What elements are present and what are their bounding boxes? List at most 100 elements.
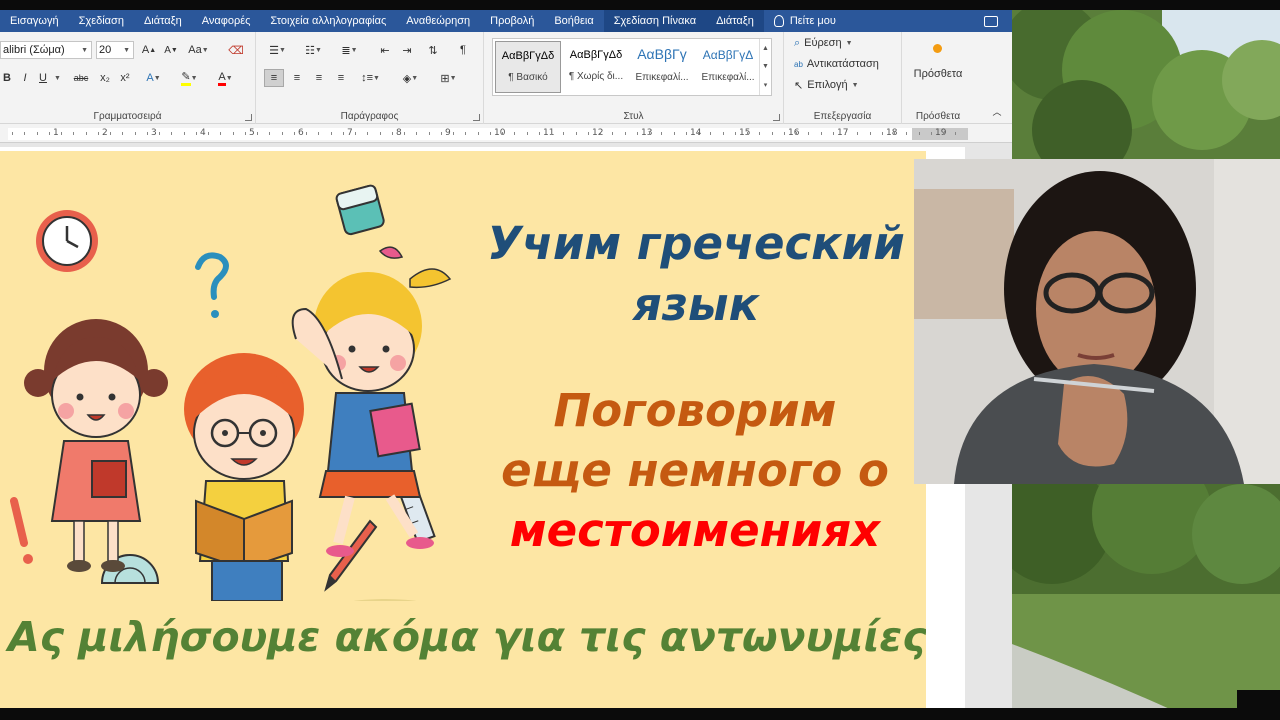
gallery-scroll[interactable]: ▲ ▼ ▾ bbox=[759, 39, 771, 95]
ruler-tick bbox=[783, 132, 785, 135]
find-button[interactable]: ⌕ Εύρεση ▼ bbox=[794, 34, 856, 52]
style-name: ¶ Βασικό bbox=[508, 72, 548, 83]
ruler-tick bbox=[465, 132, 467, 135]
paragraph-group: ☰ ▼ ☷ ▼ ≣ ▼ ⇤ ⇥ ⇅ ¶ ≡ ≡ ≡ ≡ ↕≡ ▼ ◈ ▼ ⊞ ▼ Παράγ… bbox=[256, 32, 484, 124]
ruler-tick bbox=[97, 132, 99, 135]
justify-icon[interactable]: ≡ bbox=[332, 69, 350, 87]
tell-me-box[interactable]: Πείτε μου bbox=[764, 10, 846, 32]
search-icon: ⌕ bbox=[794, 36, 801, 49]
font-size-box[interactable]: 20 ▼ bbox=[96, 41, 134, 59]
bold-button[interactable]: B bbox=[0, 69, 14, 87]
ruler-number: 12 bbox=[592, 128, 604, 138]
ribbon-tab-bar: Εισαγωγή Σχεδίαση Διάταξη Αναφορές Στοιχ… bbox=[0, 10, 1012, 32]
addins-group: Πρόσθετα Πρόσθετα bbox=[902, 32, 974, 124]
tab-view[interactable]: Προβολή bbox=[480, 10, 544, 32]
decrease-indent-icon[interactable]: ⇤ bbox=[376, 41, 394, 59]
style-no-spacing[interactable]: ΑαΒβΓγΔδ ¶ Χωρίς δι... bbox=[563, 41, 629, 93]
italic-button[interactable]: I bbox=[18, 69, 32, 87]
ruler-tick bbox=[195, 132, 197, 135]
subscript-button[interactable]: x₂ bbox=[96, 69, 114, 87]
highlight-icon[interactable]: ✎ ▼ bbox=[178, 69, 204, 87]
more-icon[interactable]: ▾ bbox=[764, 81, 768, 89]
style-heading-2[interactable]: ΑαΒβΓγΔ Επικεφαλί... bbox=[695, 41, 761, 93]
dialog-launcher-icon[interactable] bbox=[773, 114, 780, 121]
ruler-tick bbox=[48, 132, 50, 135]
superscript-button[interactable]: x² bbox=[116, 69, 134, 87]
chevron-down-icon: ▼ bbox=[845, 39, 853, 47]
sort-icon[interactable]: ⇅ bbox=[424, 41, 442, 59]
dialog-launcher-icon[interactable] bbox=[473, 114, 480, 121]
underline-button[interactable]: U bbox=[36, 69, 50, 87]
addins-button[interactable]: Πρόσθετα bbox=[902, 65, 974, 83]
tab-layout[interactable]: Διάταξη bbox=[134, 10, 192, 32]
ruler-tick bbox=[110, 132, 111, 135]
boy-middle-illustration bbox=[184, 353, 304, 601]
ruler-tick bbox=[612, 132, 614, 135]
tab-table-layout[interactable]: Διάταξη bbox=[706, 10, 764, 32]
line-spacing-icon[interactable]: ↕≡ ▼ bbox=[358, 69, 386, 87]
select-button[interactable]: ↖ Επιλογή ▼ bbox=[794, 76, 862, 94]
comment-icon[interactable] bbox=[984, 15, 998, 27]
pilcrow-icon[interactable]: ¶ bbox=[454, 41, 472, 59]
text-effects-icon[interactable]: A ▼ bbox=[142, 69, 168, 87]
change-case-button[interactable]: Aa ▼ bbox=[186, 41, 214, 59]
align-center-icon[interactable]: ≡ bbox=[288, 69, 306, 87]
bullets-icon[interactable]: ☰ ▼ bbox=[264, 41, 294, 59]
tab-mailings[interactable]: Στοιχεία αλληλογραφίας bbox=[260, 10, 396, 32]
addins-group-label: Πρόσθετα bbox=[915, 111, 961, 122]
style-sample: ΑαΒβΓγ bbox=[637, 46, 687, 62]
chevron-down-icon[interactable]: ▼ bbox=[762, 63, 769, 70]
chevron-down-icon: ▼ bbox=[201, 46, 209, 54]
ruler-tick bbox=[796, 132, 797, 135]
ruler-number: 4 bbox=[200, 128, 206, 138]
chevron-down-icon[interactable]: ▼ bbox=[54, 69, 64, 87]
ruler-tick bbox=[587, 132, 589, 135]
title-banner: Учим греческий язык Поговорим еще немног… bbox=[0, 151, 926, 709]
numbering-icon[interactable]: ☷ ▼ bbox=[300, 41, 330, 59]
ruler-tick bbox=[367, 132, 369, 135]
find-label: Εύρεση bbox=[804, 37, 842, 49]
subtitle-line-2: еще немного о bbox=[501, 444, 889, 497]
ruler-tick bbox=[722, 132, 724, 135]
shading-icon[interactable]: ◈ ▼ bbox=[398, 69, 426, 87]
document-area: Учим греческий язык Поговорим еще немног… bbox=[0, 143, 1012, 710]
ruler-tick bbox=[734, 132, 736, 135]
ruler-tick bbox=[379, 132, 381, 135]
style-heading-1[interactable]: ΑαΒβΓγ Επικεφαλί... bbox=[629, 41, 695, 93]
strikethrough-button[interactable]: abc bbox=[70, 69, 92, 87]
tab-table-design[interactable]: Σχεδίαση Πίνακα bbox=[603, 10, 707, 32]
addin-icon[interactable] bbox=[933, 44, 942, 53]
grow-font-icon[interactable]: A ▲ bbox=[140, 41, 158, 59]
tab-design[interactable]: Σχεδίαση bbox=[69, 10, 134, 32]
font-name-box[interactable]: alibri (Σώμα) ▼ bbox=[0, 41, 92, 59]
ruler-tick bbox=[330, 132, 332, 135]
align-right-icon[interactable]: ≡ bbox=[310, 69, 328, 87]
horizontal-ruler[interactable]: 1 2 3 4 5 6 7 8 9 10 11 12 13 14 15 16 17 18 19 bbox=[0, 125, 1012, 143]
font-color-icon[interactable]: A ▼ bbox=[214, 69, 240, 87]
style-normal[interactable]: ΑαΒβΓγΔδ ¶ Βασικό bbox=[495, 41, 561, 93]
collapse-ribbon-icon[interactable]: ︿ bbox=[990, 102, 1004, 120]
ribbon: alibri (Σώμα) ▼ 20 ▼ A ▲ A ▼ Aa ▼ ⌫ B I U ▼ a… bbox=[0, 32, 1012, 124]
increase-indent-icon[interactable]: ⇥ bbox=[398, 41, 416, 59]
background-trees-bottom bbox=[1012, 484, 1280, 710]
style-sample: ΑαΒβΓγΔ bbox=[702, 48, 754, 62]
align-left-icon[interactable]: ≡ bbox=[264, 69, 284, 87]
shrink-font-icon[interactable]: A ▼ bbox=[162, 41, 180, 59]
chevron-up-icon[interactable]: ▲ bbox=[762, 45, 769, 52]
multilevel-list-icon[interactable]: ≣ ▼ bbox=[336, 41, 366, 59]
font-group-label: Γραμματοσειρά bbox=[93, 111, 162, 122]
ruler-tick bbox=[930, 132, 932, 135]
ruler-tick bbox=[12, 132, 13, 135]
dialog-launcher-icon[interactable] bbox=[245, 114, 252, 121]
tab-help[interactable]: Βοήθεια bbox=[544, 10, 603, 32]
tab-review[interactable]: Αναθεώρηση bbox=[396, 10, 480, 32]
borders-icon[interactable]: ⊞ ▼ bbox=[436, 69, 464, 87]
ruler-number: 13 bbox=[641, 128, 653, 138]
clear-formatting-icon[interactable]: ⌫ bbox=[226, 41, 246, 59]
tab-insert[interactable]: Εισαγωγή bbox=[0, 10, 69, 32]
change-case-label: Aa bbox=[188, 44, 202, 56]
title-line-1: Учим греческий bbox=[487, 217, 905, 270]
select-label: Επιλογή bbox=[807, 79, 848, 91]
replace-button[interactable]: ab Αντικατάσταση bbox=[794, 55, 879, 73]
tab-references[interactable]: Αναφορές bbox=[192, 10, 261, 32]
